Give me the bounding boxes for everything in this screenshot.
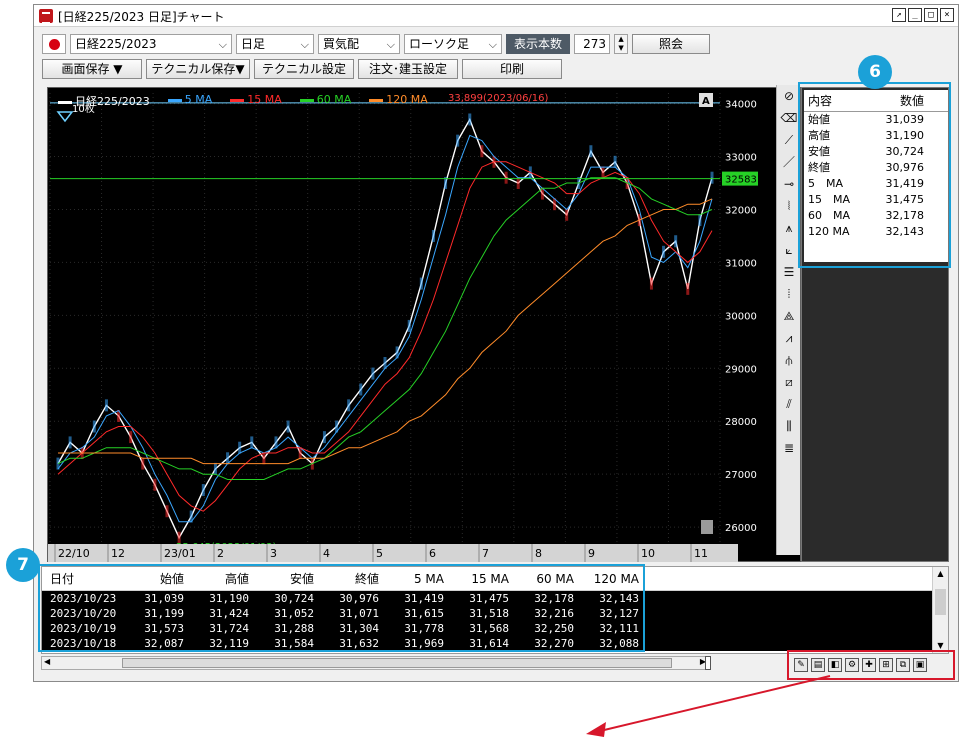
arrow-head [586, 722, 606, 737]
callout-arrow [586, 675, 831, 737]
arrow-line [599, 675, 831, 732]
